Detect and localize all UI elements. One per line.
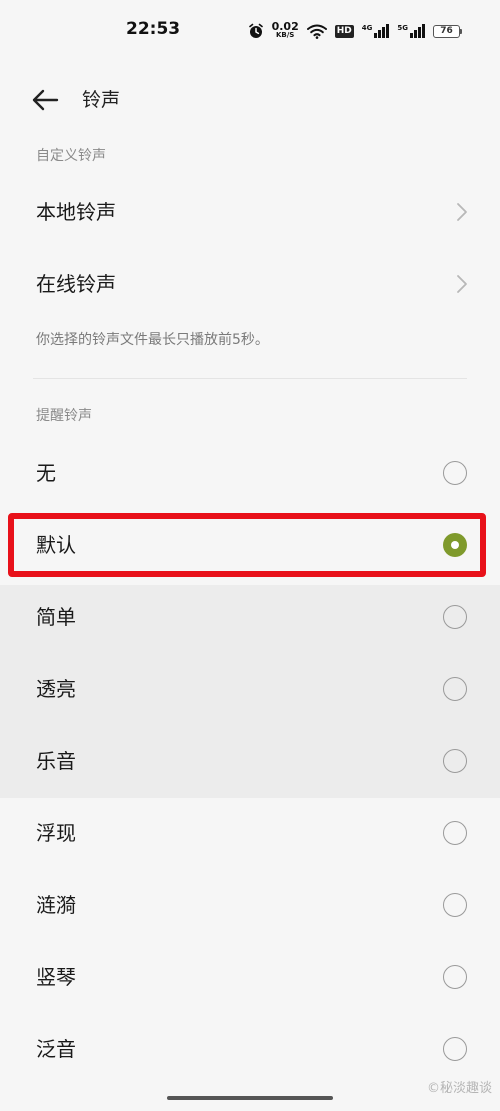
ringtone-option-row[interactable]: 简单	[0, 581, 500, 653]
reminder-ringtone-section-label: 提醒铃声	[36, 408, 92, 424]
battery-icon: 76	[433, 24, 462, 38]
ringtone-option-label: 透亮	[36, 677, 76, 701]
ringtone-option-row[interactable]: 涟漪	[0, 869, 500, 941]
ringtone-option-row[interactable]: 浮现	[0, 797, 500, 869]
wifi-icon	[306, 24, 327, 39]
online-ringtone-label: 在线铃声	[36, 272, 116, 296]
local-ringtone-label: 本地铃声	[36, 200, 116, 224]
ringtone-option-row[interactable]: 泛音	[0, 1013, 500, 1085]
ringtone-duration-hint: 你选择的铃声文件最长只播放前5秒。	[36, 332, 269, 348]
network-type-4g: 4G	[361, 24, 373, 32]
ringtone-option-label: 涟漪	[36, 893, 76, 917]
chevron-right-icon	[457, 275, 467, 293]
online-ringtone-row[interactable]: 在线铃声	[0, 252, 500, 316]
radio-unchecked-icon[interactable]	[443, 893, 467, 917]
radio-unchecked-icon[interactable]	[443, 461, 467, 485]
network-speed: 0.02 KB/S	[271, 20, 299, 40]
signal-icon-secondary: 5G	[397, 24, 425, 38]
radio-unchecked-icon[interactable]	[443, 965, 467, 989]
network-speed-value: 0.02	[271, 20, 299, 33]
ringtone-option-row[interactable]: 透亮	[0, 653, 500, 725]
ringtone-option-label: 简单	[36, 605, 76, 629]
radio-unchecked-icon[interactable]	[443, 1037, 467, 1061]
hd-voice-badge: HD	[334, 24, 354, 38]
radio-unchecked-icon[interactable]	[443, 749, 467, 773]
status-icons: 0.02 KB/S HD 4G 5G 76	[248, 18, 462, 44]
signal-icon: 4G	[362, 24, 390, 38]
ringtone-option-label: 浮现	[36, 821, 76, 845]
custom-ringtone-section-label: 自定义铃声	[36, 148, 106, 164]
section-divider	[33, 378, 467, 379]
network-speed-unit: KB/S	[275, 31, 295, 39]
annotation-highlight-box	[8, 513, 486, 577]
status-bar: 22:53 0.02 KB/S HD 4G 5G 76	[0, 0, 500, 62]
back-arrow-icon[interactable]	[30, 86, 60, 114]
status-time: 22:53	[126, 19, 181, 39]
page-title: 铃声	[82, 89, 121, 111]
network-type-5g: 5G	[397, 24, 408, 32]
ringtone-option-row[interactable]: 竖琴	[0, 941, 500, 1013]
radio-unchecked-icon[interactable]	[443, 821, 467, 845]
watermark: ©秘淡趣谈	[426, 1081, 492, 1096]
battery-level: 76	[433, 24, 460, 38]
ringtone-settings-screen: 22:53 0.02 KB/S HD 4G 5G 76 铃声 自定义铃声 本地铃…	[0, 0, 500, 1111]
ringtone-option-row[interactable]: 乐音	[0, 725, 500, 797]
chevron-right-icon	[457, 203, 467, 221]
ringtone-option-label: 竖琴	[36, 965, 76, 989]
ringtone-option-label: 泛音	[36, 1037, 76, 1061]
ringtone-option-label: 无	[36, 461, 56, 485]
radio-unchecked-icon[interactable]	[443, 677, 467, 701]
ringtone-option-label: 乐音	[36, 749, 76, 773]
ringtone-option-row[interactable]: 无	[0, 437, 500, 509]
alarm-icon	[248, 23, 263, 38]
local-ringtone-row[interactable]: 本地铃声	[0, 180, 500, 244]
radio-unchecked-icon[interactable]	[443, 605, 467, 629]
home-indicator[interactable]	[167, 1096, 333, 1100]
